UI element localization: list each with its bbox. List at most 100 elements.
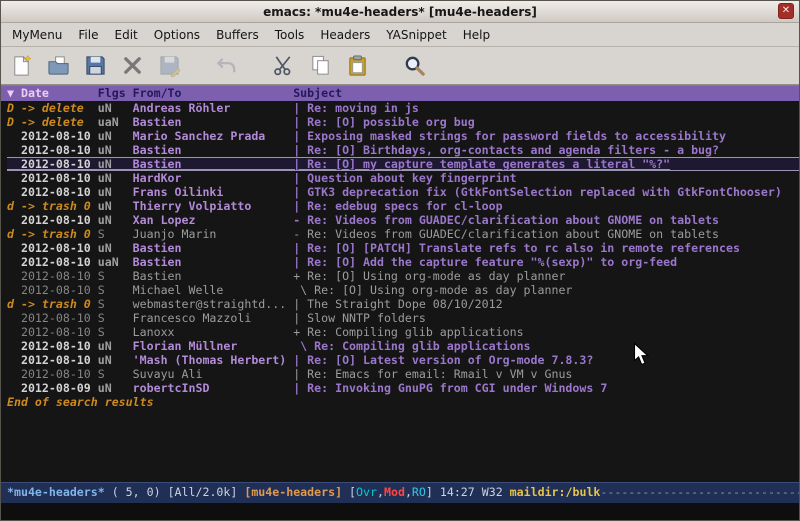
date-cell: 2012-08-10	[7, 311, 98, 325]
paste-icon	[346, 54, 369, 77]
modeline-plain: [	[342, 485, 356, 499]
message-row[interactable]: 2012-08-10 uN Bastien | Re: [O] [PATCH] …	[7, 241, 799, 255]
open-file-icon	[47, 54, 70, 77]
message-row[interactable]: 2012-08-10 uN Mario Sanchez Prada | Expo…	[7, 129, 799, 143]
date-cell: 2012-08-10	[7, 157, 98, 171]
flags-cell: S	[98, 269, 133, 283]
message-row[interactable]: d -> trash 0 uN Thierry Volpiatto | Re: …	[7, 199, 799, 213]
headers-column-header: ▼ Date Flgs From/To Subject	[1, 86, 799, 101]
menu-item-headers[interactable]: Headers	[312, 25, 378, 45]
message-row[interactable]: 2012-08-10 uN Frans Oilinki | GTK3 depre…	[7, 185, 799, 199]
kill-buffer-icon	[121, 54, 144, 77]
date-cell: 2012-08-10	[7, 185, 98, 199]
search-button[interactable]	[399, 51, 429, 81]
menu-item-edit[interactable]: Edit	[107, 25, 146, 45]
message-row[interactable]: 2012-08-10 S Bastien + Re: [O] Using org…	[7, 269, 799, 283]
message-row[interactable]: 2012-08-09 uN robertcInSD | Re: Invoking…	[7, 381, 799, 395]
subject-cell: + Re: [O] Using org-mode as day planner	[293, 269, 565, 283]
subject-cell: | Re: Emacs for email: Rmail v VM v Gnus	[293, 367, 572, 381]
copy-button[interactable]	[305, 51, 335, 81]
from-cell: Mario Sanchez Prada	[133, 129, 294, 143]
subject-cell: | Re: [O] Add the capture feature "%(sex…	[293, 255, 677, 269]
menu-item-options[interactable]: Options	[146, 25, 208, 45]
flags-cell: uN	[98, 241, 133, 255]
modeline-buffer-name[interactable]: *mu4e-headers*	[7, 485, 105, 499]
from-cell: robertcInSD	[133, 381, 294, 395]
flags-cell: S	[98, 325, 133, 339]
message-row[interactable]: 2012-08-10 uN HardKor | Question about k…	[7, 171, 799, 185]
modeline-plain: ,	[405, 485, 412, 499]
date-cell: 2012-08-10	[7, 283, 98, 297]
menu-item-yasnippet[interactable]: YASnippet	[378, 25, 455, 45]
titlebar[interactable]: emacs: *mu4e-headers* [mu4e-headers] ✕	[1, 1, 799, 23]
message-row[interactable]: D -> delete uN Andreas Röhler | Re: movi…	[7, 101, 799, 115]
flags-cell: uN	[98, 171, 133, 185]
message-row[interactable]: 2012-08-10 S Michael Welle \ Re: [O] Usi…	[7, 283, 799, 297]
menu-item-tools[interactable]: Tools	[267, 25, 313, 45]
message-row[interactable]: 2012-08-10 uN Xan Lopez - Re: Videos fro…	[7, 213, 799, 227]
menu-item-help[interactable]: Help	[455, 25, 498, 45]
mark-indicator: d -> trash 0	[7, 297, 98, 311]
message-row[interactable]: 2012-08-10 S Lanoxx + Re: Compiling glib…	[7, 325, 799, 339]
message-row[interactable]: 2012-08-10 uN Bastien | Re: [O] my captu…	[7, 157, 799, 171]
subject-cell: | Re: [O] my capture template generates …	[293, 157, 670, 171]
menu-item-file[interactable]: File	[70, 25, 106, 45]
message-row[interactable]: d -> trash 0 S Juanjo Marin - Re: Videos…	[7, 227, 799, 241]
from-cell: Bastien	[133, 255, 294, 269]
save-button[interactable]	[80, 51, 110, 81]
subject-cell: | Re: [O] Birthdays, org-contacts and ag…	[293, 143, 719, 157]
message-row[interactable]: 2012-08-10 S Suvayu Ali | Re: Emacs for …	[7, 367, 799, 381]
cut-button[interactable]	[268, 51, 298, 81]
message-row[interactable]: D -> delete uaN Bastien | Re: [O] possib…	[7, 115, 799, 129]
flags-cell: uN	[98, 353, 133, 367]
message-row[interactable]: 2012-08-10 uN Florian Müllner \ Re: Comp…	[7, 339, 799, 353]
save-icon	[84, 54, 107, 77]
date-cell: 2012-08-10	[7, 325, 98, 339]
flags-cell: uN	[98, 101, 133, 115]
menu-item-mymenu[interactable]: MyMenu	[4, 25, 70, 45]
save-as-icon	[158, 54, 181, 77]
from-cell: Bastien	[133, 269, 294, 283]
subject-cell: | GTK3 deprecation fix (GtkFontSelection…	[293, 185, 782, 199]
end-of-search-results: End of search results	[7, 395, 799, 409]
modeline-plain: W32	[482, 485, 510, 499]
subject-cell: | Re: Invoking GnuPG from CGI under Wind…	[293, 381, 607, 395]
subject-cell: - Re: Videos from GUADEC/clarification a…	[293, 213, 719, 227]
window-title: emacs: *mu4e-headers* [mu4e-headers]	[263, 5, 537, 19]
headers-list: D -> delete uN Andreas Röhler | Re: movi…	[1, 101, 799, 482]
from-cell: Michael Welle	[133, 283, 294, 297]
toolbar	[1, 47, 799, 85]
kill-buffer-button[interactable]	[117, 51, 147, 81]
from-cell: Juanjo Marin	[133, 227, 294, 241]
message-row[interactable]: 2012-08-10 uN 'Mash (Thomas Herbert) | R…	[7, 353, 799, 367]
subject-cell: | Exposing masked strings for password f…	[293, 129, 726, 143]
echo-area[interactable]	[1, 503, 799, 520]
window-close-button[interactable]: ✕	[778, 3, 794, 19]
save-as-button	[154, 51, 184, 81]
subject-cell: \ Re: Compiling glib applications	[293, 339, 530, 353]
menu-bar: MyMenuFileEditOptionsBuffersToolsHeaders…	[1, 23, 799, 47]
message-row[interactable]: d -> trash 0 S webmaster@straightd... | …	[7, 297, 799, 311]
paste-button[interactable]	[342, 51, 372, 81]
modeline-maildir: maildir:/bulk	[510, 485, 601, 499]
mark-indicator: d -> trash 0	[7, 199, 98, 213]
open-file-button[interactable]	[43, 51, 73, 81]
flags-cell: uN	[98, 143, 133, 157]
mode-line[interactable]: *mu4e-headers* ( 5, 0) [All/2.0k] [mu4e-…	[1, 482, 799, 503]
date-cell: 2012-08-10	[7, 339, 98, 353]
copy-icon	[309, 54, 332, 77]
message-row[interactable]: 2012-08-10 S Francesco Mazzoli | Slow NN…	[7, 311, 799, 325]
message-row[interactable]: 2012-08-10 uN Bastien | Re: [O] Birthday…	[7, 143, 799, 157]
from-cell: Frans Oilinki	[133, 185, 294, 199]
from-cell: Bastien	[133, 143, 294, 157]
message-row[interactable]: 2012-08-10 uaN Bastien | Re: [O] Add the…	[7, 255, 799, 269]
from-cell: Suvayu Ali	[133, 367, 294, 381]
undo-icon	[215, 54, 238, 77]
from-cell: Florian Müllner	[133, 339, 294, 353]
from-cell: Bastien	[133, 115, 294, 129]
from-cell: Andreas Röhler	[133, 101, 294, 115]
new-file-button[interactable]	[6, 51, 36, 81]
menu-item-buffers[interactable]: Buffers	[208, 25, 267, 45]
modeline-time: 14:27	[440, 485, 482, 499]
flags-cell: S	[98, 283, 133, 297]
